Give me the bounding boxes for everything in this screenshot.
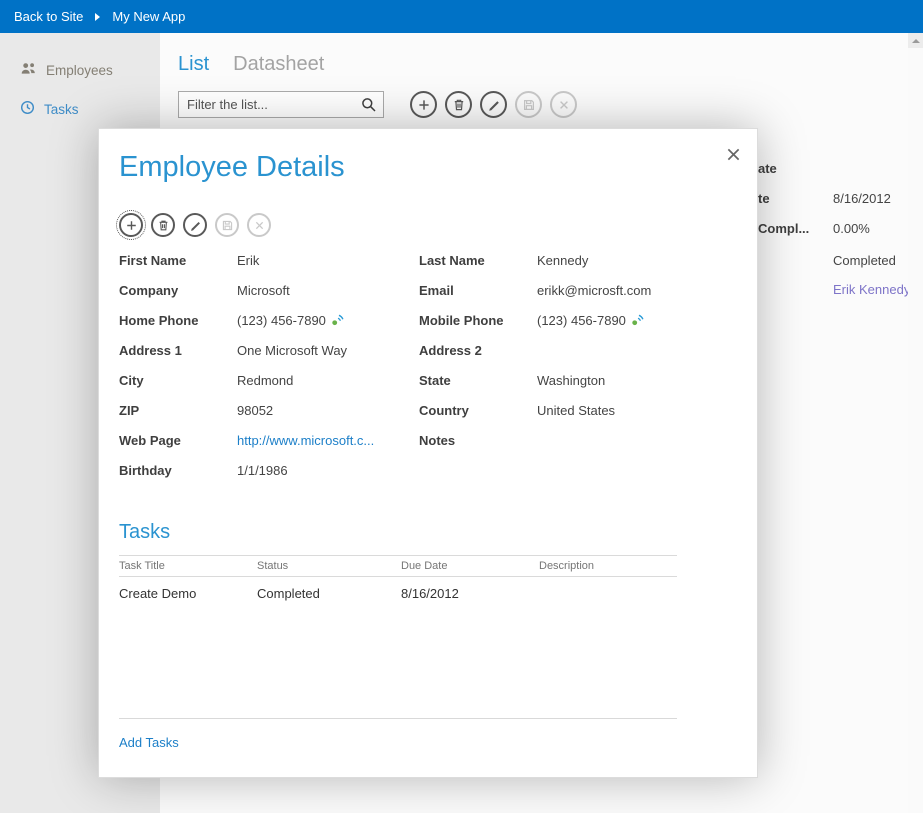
lync-presence-icon[interactable] — [331, 314, 344, 327]
dialog-add-button[interactable] — [119, 213, 143, 237]
close-icon[interactable] — [726, 147, 741, 162]
scroll-up-icon — [912, 39, 920, 43]
field-value-birthday: 1/1/1986 — [237, 463, 419, 478]
field-label-web-page: Web Page — [119, 433, 237, 448]
bg-field-value: Completed — [833, 253, 896, 268]
suite-bar: Back to Site My New App — [0, 0, 923, 33]
field-label-email: Email — [419, 283, 537, 298]
view-tabs: List Datasheet — [178, 53, 324, 76]
scroll-up-button[interactable] — [908, 33, 923, 48]
field-label-last-name: Last Name — [419, 253, 537, 268]
field-label-country: Country — [419, 403, 537, 418]
field-label-first-name: First Name — [119, 253, 237, 268]
toolbar-delete-button[interactable] — [445, 91, 472, 118]
cell-status: Completed — [257, 586, 401, 601]
bg-field-label: ate — [758, 161, 777, 176]
list-action-bar — [178, 91, 577, 118]
field-label-city: City — [119, 373, 237, 388]
app-title-link[interactable]: My New App — [112, 9, 185, 24]
tab-datasheet[interactable]: Datasheet — [233, 53, 324, 76]
cell-task-title: Create Demo — [119, 586, 257, 601]
web-page-link[interactable]: http://www.microsoft.c... — [237, 433, 374, 448]
cell-due-date: 8/16/2012 — [401, 586, 539, 601]
bg-field-label: Compl... — [758, 221, 809, 236]
employee-details-dialog: Employee Details First Name Erik Last Na… — [98, 128, 758, 778]
filter-box — [178, 91, 384, 118]
vertical-scrollbar[interactable] — [908, 33, 923, 813]
field-label-company: Company — [119, 283, 237, 298]
search-icon[interactable] — [361, 97, 377, 118]
dialog-toolbar — [119, 213, 271, 237]
field-value-zip: 98052 — [237, 403, 419, 418]
toolbar-edit-button[interactable] — [480, 91, 507, 118]
tasks-table-header: Task Title Status Due Date Description — [119, 555, 677, 577]
mobile-phone-text: (123) 456-7890 — [537, 313, 626, 328]
field-value-country: United States — [537, 403, 721, 418]
dialog-delete-button[interactable] — [151, 213, 175, 237]
dialog-edit-button[interactable] — [183, 213, 207, 237]
field-value-address1: One Microsoft Way — [237, 343, 419, 358]
field-label-home-phone: Home Phone — [119, 313, 237, 328]
field-label-zip: ZIP — [119, 403, 237, 418]
bg-field-label: te — [758, 191, 770, 206]
field-value-state: Washington — [537, 373, 721, 388]
field-label-birthday: Birthday — [119, 463, 237, 478]
lync-presence-icon[interactable] — [631, 314, 644, 327]
field-label-mobile-phone: Mobile Phone — [419, 313, 537, 328]
field-value-last-name: Kennedy — [537, 253, 721, 268]
column-header-due-date: Due Date — [401, 560, 539, 572]
employee-fields: First Name Erik Last Name Kennedy Compan… — [119, 245, 739, 485]
home-phone-text: (123) 456-7890 — [237, 313, 326, 328]
column-header-status: Status — [257, 560, 401, 572]
back-to-site-link[interactable]: Back to Site — [14, 9, 83, 24]
breadcrumb-arrow-icon — [95, 13, 100, 21]
related-item-link[interactable]: Erik Kennedy — [833, 282, 910, 297]
filter-input[interactable] — [179, 92, 383, 117]
column-header-task-title: Task Title — [119, 560, 257, 572]
sidebar-item-employees[interactable]: Employees — [0, 51, 160, 90]
list-toolbar — [410, 91, 577, 118]
field-value-mobile-phone: (123) 456-7890 — [537, 313, 721, 328]
field-value-first-name: Erik — [237, 253, 419, 268]
column-header-description: Description — [539, 560, 677, 572]
field-value-company: Microsoft — [237, 283, 419, 298]
field-label-state: State — [419, 373, 537, 388]
related-tasks-heading: Tasks — [119, 521, 170, 544]
field-value-home-phone: (123) 456-7890 — [237, 313, 419, 328]
sidebar-item-tasks[interactable]: Tasks — [0, 90, 160, 128]
field-label-address2: Address 2 — [419, 343, 537, 358]
people-icon — [20, 61, 37, 80]
field-label-notes: Notes — [419, 433, 537, 448]
bg-field-value: 8/16/2012 — [833, 191, 891, 206]
toolbar-cancel-button[interactable] — [550, 91, 577, 118]
field-value-email: erikk@microsft.com — [537, 283, 721, 298]
toolbar-save-button[interactable] — [515, 91, 542, 118]
sidebar-item-label: Tasks — [44, 102, 79, 117]
related-tasks-table: Task Title Status Due Date Description C… — [119, 555, 677, 719]
add-tasks-link[interactable]: Add Tasks — [119, 735, 179, 750]
bg-field-value: 0.00% — [833, 221, 870, 236]
dialog-title: Employee Details — [119, 151, 345, 184]
field-value-city: Redmond — [237, 373, 419, 388]
cell-description — [539, 586, 677, 601]
toolbar-add-button[interactable] — [410, 91, 437, 118]
sidebar-item-label: Employees — [46, 63, 113, 78]
field-label-address1: Address 1 — [119, 343, 237, 358]
table-row[interactable]: Create Demo Completed 8/16/2012 — [119, 577, 677, 610]
clock-icon — [20, 100, 35, 118]
tab-list[interactable]: List — [178, 53, 209, 76]
dialog-cancel-button[interactable] — [247, 213, 271, 237]
dialog-save-button[interactable] — [215, 213, 239, 237]
